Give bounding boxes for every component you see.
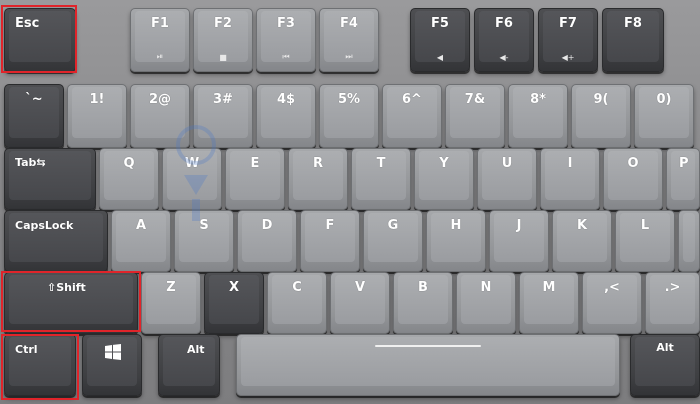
key-k[interactable]: K xyxy=(552,210,612,272)
key-t[interactable]: T xyxy=(351,148,411,210)
key-s[interactable]: S xyxy=(174,210,234,272)
key-f4[interactable]: F4 ⏭ xyxy=(319,8,379,72)
key-f7[interactable]: F7 ◀+ xyxy=(538,8,598,72)
key-8[interactable]: 8* xyxy=(508,84,568,148)
key-f1[interactable]: F1 ⏯ xyxy=(130,8,190,72)
key-9[interactable]: 9( xyxy=(571,84,631,148)
key-6[interactable]: 6^ xyxy=(382,84,442,148)
key-2[interactable]: 2@ xyxy=(130,84,190,148)
key-f6[interactable]: F6 ◀- xyxy=(474,8,534,72)
key-5[interactable]: 5% xyxy=(319,84,379,148)
key-1[interactable]: 1! xyxy=(67,84,127,148)
key-w[interactable]: W xyxy=(162,148,222,210)
key-f2[interactable]: F2 ■ xyxy=(193,8,253,72)
key-ctrl[interactable]: Ctrl xyxy=(4,334,76,396)
key-z[interactable]: Z xyxy=(141,272,201,334)
key-v[interactable]: V xyxy=(330,272,390,334)
key-d[interactable]: D xyxy=(237,210,297,272)
key-m[interactable]: M xyxy=(519,272,579,334)
key-j[interactable]: J xyxy=(489,210,549,272)
key-n[interactable]: N xyxy=(456,272,516,334)
key-o[interactable]: O xyxy=(603,148,663,210)
key-space[interactable] xyxy=(236,334,620,396)
key-tab[interactable]: Tab⇆ xyxy=(4,148,96,210)
key-alt-right[interactable]: Alt xyxy=(630,334,700,396)
key-win[interactable] xyxy=(82,334,142,396)
key-f5[interactable]: F5 ◀ xyxy=(410,8,470,72)
key-l[interactable]: L xyxy=(615,210,675,272)
key-g[interactable]: G xyxy=(363,210,423,272)
key-f[interactable]: F xyxy=(300,210,360,272)
key-a[interactable]: A xyxy=(111,210,171,272)
key-u[interactable]: U xyxy=(477,148,537,210)
key-4[interactable]: 4$ xyxy=(256,84,316,148)
key-esc[interactable]: Esc xyxy=(4,8,76,72)
key-b[interactable]: B xyxy=(393,272,453,334)
key-capslock[interactable]: CapsLock xyxy=(4,210,108,272)
windows-logo-icon xyxy=(105,344,121,360)
key-r[interactable]: R xyxy=(288,148,348,210)
key-alt-left[interactable]: Alt xyxy=(158,334,220,396)
keyboard-photo: Esc F1 ⏯ F2 ■ F3 ⏮ F4 ⏭ F5 ◀ F6 ◀- F7 ◀+ F8 `~ … xyxy=(0,0,700,404)
key-shift[interactable]: ⇧Shift xyxy=(4,272,138,334)
key-period[interactable]: .> xyxy=(645,272,700,334)
key-semicolon[interactable] xyxy=(678,210,700,272)
key-q[interactable]: Q xyxy=(99,148,159,210)
key-f8[interactable]: F8 xyxy=(602,8,664,72)
key-0[interactable]: 0) xyxy=(634,84,694,148)
key-i[interactable]: I xyxy=(540,148,600,210)
key-comma[interactable]: ,< xyxy=(582,272,642,334)
key-backtick[interactable]: `~ xyxy=(4,84,64,148)
key-p[interactable]: P xyxy=(666,148,700,210)
key-x[interactable]: X xyxy=(204,272,264,334)
key-3[interactable]: 3# xyxy=(193,84,253,148)
key-y[interactable]: Y xyxy=(414,148,474,210)
space-bar-bump xyxy=(374,345,482,347)
key-7[interactable]: 7& xyxy=(445,84,505,148)
key-c[interactable]: C xyxy=(267,272,327,334)
key-h[interactable]: H xyxy=(426,210,486,272)
key-f3[interactable]: F3 ⏮ xyxy=(256,8,316,72)
key-e[interactable]: E xyxy=(225,148,285,210)
